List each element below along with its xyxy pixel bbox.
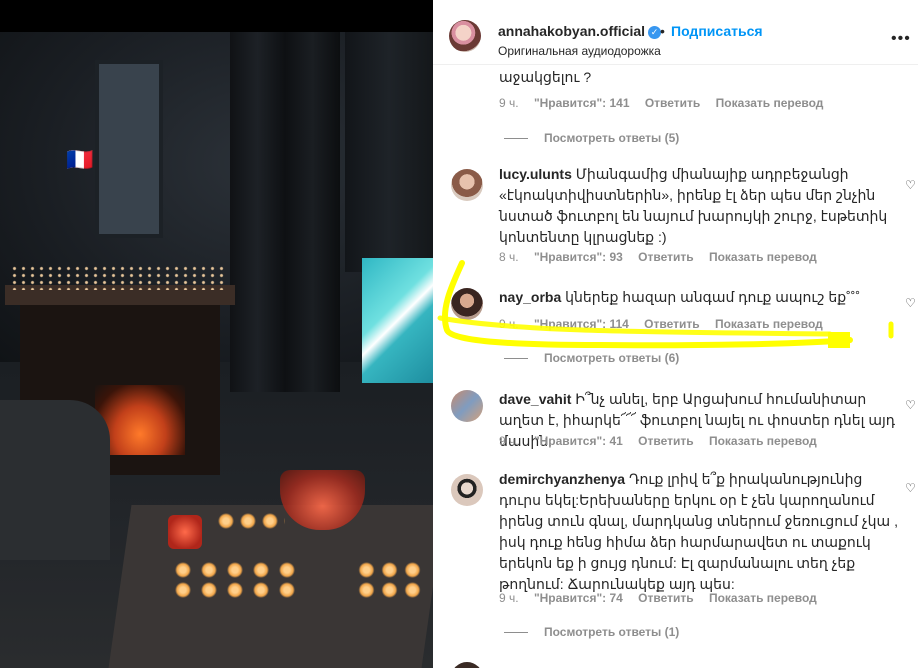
photo-garland-lights [10, 265, 225, 290]
comments-panel: annahakobyan.official ✓ • Подписаться Ори… [433, 0, 918, 668]
view-replies-button[interactable]: Посмотреть ответы (1) [504, 625, 679, 639]
reply-button[interactable]: Ответить [638, 250, 693, 264]
post-photo[interactable]: 🇫🇷 [0, 0, 433, 668]
comment-time[interactable]: 9 ч. [499, 317, 519, 331]
replies-line [504, 358, 528, 360]
comment-likes[interactable]: "Нравится": 114 [534, 317, 629, 331]
comment-body: lucy.ulunts Միանգամից միանայիք ադրբեջանց… [499, 164, 899, 248]
show-translation-button[interactable]: Показать перевод [709, 250, 817, 264]
like-heart-icon[interactable]: ♡ [905, 297, 917, 309]
show-translation-button[interactable]: Показать перевод [709, 591, 817, 605]
like-heart-icon[interactable]: ♡ [905, 482, 917, 494]
post-header: annahakobyan.official ✓ • Подписаться Ори… [433, 0, 918, 65]
reply-button[interactable]: Ответить [638, 591, 693, 605]
avatar[interactable] [451, 288, 483, 320]
comment-meta: 9 ч. "Нравится": 41 Ответить Показать пе… [499, 434, 829, 448]
show-translation-button[interactable]: Показать перевод [715, 317, 823, 331]
avatar[interactable] [451, 169, 483, 201]
post-author[interactable]: annahakobyan.official ✓ [498, 23, 662, 39]
comment-time[interactable]: 9 ч. [499, 591, 519, 605]
replies-line [504, 632, 528, 634]
comment-body: demirchyanzhenya Դուք լրիվ ե՞ք իրականութ… [499, 469, 899, 595]
photo-tv-screen [362, 258, 433, 383]
post-author-username[interactable]: annahakobyan.official [498, 23, 645, 39]
like-heart-icon[interactable]: ♡ [905, 179, 917, 191]
view-replies-button[interactable]: Посмотреть ответы (5) [504, 131, 679, 145]
reply-button[interactable]: Ответить [644, 317, 699, 331]
photo-top-strip [0, 0, 433, 32]
view-replies-label: Посмотреть ответы (1) [544, 625, 680, 639]
view-replies-label: Посмотреть ответы (6) [544, 351, 680, 365]
comment-time[interactable]: 9 ч. [499, 96, 519, 110]
comment-meta: 8 ч. "Нравится": 93 Ответить Показать пе… [499, 250, 829, 264]
reply-button[interactable]: Ответить [645, 96, 700, 110]
comment-meta: 9 ч. "Нравится": 141 Ответить Показать п… [499, 96, 835, 110]
separator-dot: • [660, 23, 665, 39]
comment-time[interactable]: 9 ч. [499, 434, 519, 448]
comment-text: Դուք լրիվ ե՞ք իրականությունից դուրս եկել… [499, 471, 898, 592]
photo-candles-back [215, 510, 285, 535]
reply-button[interactable]: Ответить [638, 434, 693, 448]
comment-username[interactable]: lucy.ulunts [499, 166, 572, 182]
like-heart-icon[interactable]: ♡ [905, 399, 917, 411]
comment-likes[interactable]: "Нравится": 74 [534, 591, 623, 605]
original-audio-link[interactable]: Оригинальная аудиодорожка [498, 44, 661, 58]
show-translation-button[interactable]: Показать перевод [716, 96, 824, 110]
show-translation-button[interactable]: Показать перевод [709, 434, 817, 448]
comment-likes[interactable]: "Нравится": 41 [534, 434, 623, 448]
follow-button[interactable]: Подписаться [671, 23, 763, 39]
comment-username[interactable]: dave_vahit [499, 391, 571, 407]
comment-meta: 9 ч. "Нравится": 114 Ответить Показать п… [499, 317, 835, 331]
photo-candles-right [355, 560, 425, 600]
comment-likes[interactable]: "Нравится": 93 [534, 250, 623, 264]
comment-likes[interactable]: "Нравится": 141 [534, 96, 630, 110]
photo-curtain-right [345, 32, 433, 272]
comment-text-tail: աջակցելու ? [499, 69, 592, 85]
comment-body: nay_orba կներեք հազար անգամ դուք ապուշ ե… [499, 287, 899, 308]
photo-sofa [0, 400, 110, 560]
comment-text: կներեք հազար անգամ դուք ապուշ եք˚˚˚ [565, 289, 861, 305]
photo-candles [170, 560, 300, 600]
more-horizontal-icon[interactable]: ••• [891, 30, 911, 48]
avatar[interactable] [451, 662, 483, 668]
view-replies-label: Посмотреть ответы (5) [544, 131, 680, 145]
view-replies-button[interactable]: Посмотреть ответы (6) [504, 351, 679, 365]
replies-line [504, 138, 528, 140]
france-flag-icon: 🇫🇷 [66, 147, 94, 172]
comment-time[interactable]: 8 ч. [499, 250, 519, 264]
comment-username[interactable]: nay_orba [499, 289, 561, 305]
avatar[interactable] [451, 390, 483, 422]
avatar[interactable] [449, 20, 481, 52]
photo-red-candle-holder [168, 515, 202, 549]
comment-username[interactable]: demirchyanzhenya [499, 471, 625, 487]
comment-meta: 9 ч. "Нравится": 74 Ответить Показать пе… [499, 591, 829, 605]
avatar[interactable] [451, 474, 483, 506]
photo-curtain [230, 32, 340, 392]
photo-mirror [95, 60, 163, 238]
